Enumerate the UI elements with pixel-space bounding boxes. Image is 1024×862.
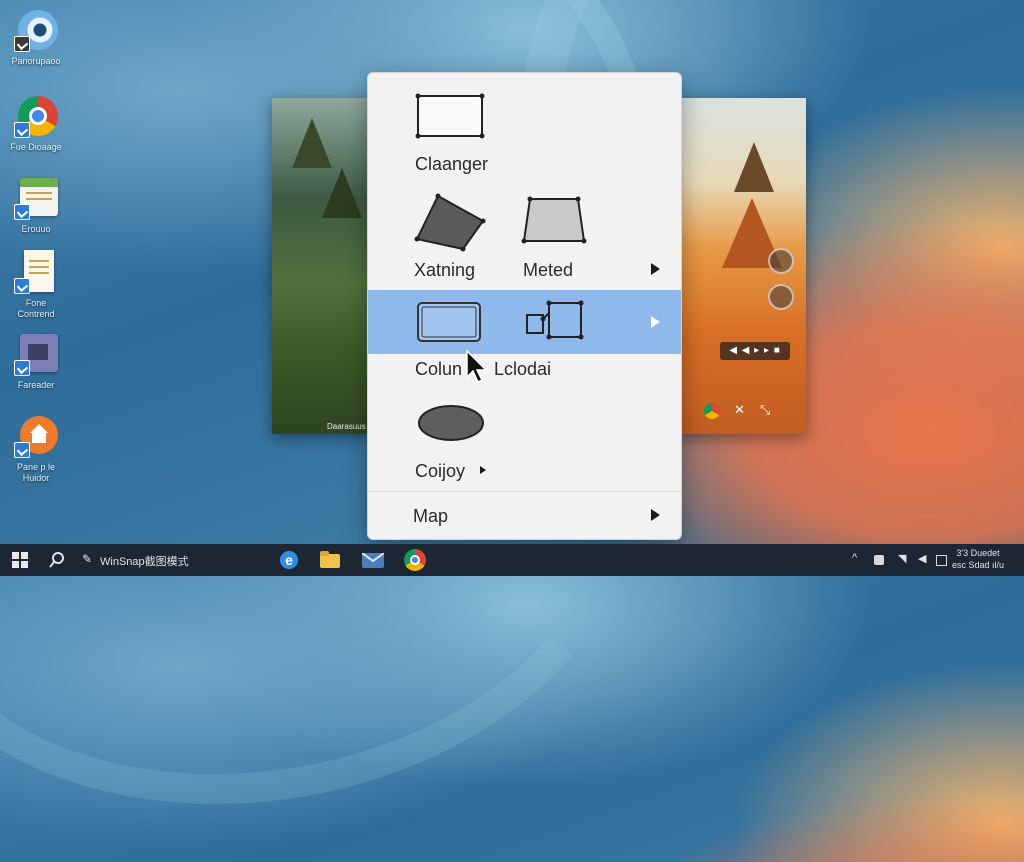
home-icon bbox=[14, 414, 58, 458]
file-explorer-icon[interactable] bbox=[318, 544, 344, 576]
desktop-icon-6[interactable]: Pane p le Huidor bbox=[6, 414, 66, 484]
wifi-icon[interactable]: ◥ bbox=[898, 552, 910, 565]
tree-decoration bbox=[292, 118, 332, 168]
skewed-quad-icon[interactable] bbox=[413, 191, 489, 255]
search-icon bbox=[49, 552, 64, 568]
menu-item-label[interactable]: Claanger bbox=[415, 154, 488, 175]
desktop-icon-label: Erouuo bbox=[21, 224, 51, 234]
document-icon bbox=[14, 250, 58, 294]
start-button[interactable] bbox=[6, 544, 34, 576]
reader-icon bbox=[14, 332, 58, 376]
desktop-icon-3[interactable]: Erouuo bbox=[6, 176, 66, 235]
desktop-icon-label: Fone Contrend bbox=[17, 298, 55, 319]
pen-icon: ✎ bbox=[82, 552, 93, 566]
window-toolbar: ✕ ⤡ bbox=[680, 402, 780, 420]
calendar-icon bbox=[14, 176, 58, 220]
menu-item-label[interactable]: Meted bbox=[523, 260, 573, 281]
chrome-icon[interactable] bbox=[704, 403, 720, 419]
expand-icon[interactable]: ⤡ bbox=[760, 402, 770, 418]
rounded-rectangle-icon[interactable] bbox=[414, 299, 486, 347]
connected-boxes-icon[interactable] bbox=[523, 299, 587, 347]
submenu-arrow-icon bbox=[480, 466, 486, 474]
chrome-icon[interactable] bbox=[402, 544, 428, 576]
chevron-up-icon[interactable]: ^ bbox=[852, 552, 864, 564]
notification-icon[interactable] bbox=[936, 555, 947, 566]
taskbar-app-label: WinSnap截图模式 bbox=[100, 556, 189, 568]
camera-button[interactable] bbox=[768, 248, 794, 274]
desktop-icon-4[interactable]: Fone Contrend bbox=[6, 250, 66, 320]
taskbar: ✎ WinSnap截图模式 e ^ ◥ ◀ 3'3 Duedet esc Sda… bbox=[0, 544, 1024, 576]
context-menu: Claanger Xatning Meted Colun Lclodai Coi… bbox=[367, 72, 682, 540]
network-icon[interactable] bbox=[874, 555, 884, 565]
tree-decoration bbox=[734, 142, 774, 192]
menu-item-label[interactable]: Map bbox=[413, 506, 448, 527]
desktop-icon-label: Panorupaoo bbox=[11, 56, 61, 66]
rectangle-icon[interactable] bbox=[415, 93, 487, 141]
menu-item-label[interactable]: Colun bbox=[415, 359, 462, 380]
desktop-icon-label: Fue Dioaage bbox=[10, 142, 62, 152]
background-window-left[interactable] bbox=[272, 98, 372, 434]
submenu-arrow-icon bbox=[651, 316, 660, 328]
close-icon[interactable]: ✕ bbox=[734, 402, 745, 418]
tree-decoration bbox=[322, 168, 362, 218]
desktop-icon-label: Fareader bbox=[17, 380, 55, 390]
mouse-cursor-icon bbox=[466, 349, 488, 384]
mail-icon[interactable] bbox=[360, 544, 386, 576]
rotate-button[interactable] bbox=[768, 284, 794, 310]
window-caption: Daarasuus bbox=[327, 422, 366, 431]
chrome-icon bbox=[14, 94, 58, 138]
desktop-icon-5[interactable]: Fareader bbox=[6, 332, 66, 391]
desktop-icon-2[interactable]: Fue Dioaage bbox=[6, 94, 66, 153]
media-controls[interactable]: ◀ ◀ ▸ ▸ ■ bbox=[720, 342, 790, 360]
submenu-arrow-icon bbox=[651, 263, 660, 275]
search-button[interactable] bbox=[44, 544, 70, 576]
taskbar-app-winsnap[interactable]: ✎ WinSnap截图模式 bbox=[78, 544, 228, 576]
menu-item-label[interactable]: Lclodai bbox=[494, 359, 551, 380]
volume-icon[interactable]: ◀ bbox=[918, 552, 930, 565]
clock-date: esc Sdad ıl/u bbox=[951, 560, 1004, 570]
edge-icon[interactable]: e bbox=[278, 544, 302, 576]
system-clock[interactable]: 3'3 Duedet esc Sdad ıl/u bbox=[952, 547, 1004, 571]
desktop-icon-label: Pane p le Huidor bbox=[16, 462, 56, 483]
clock-time: 3'3 Duedet bbox=[956, 548, 1000, 558]
windows-logo-icon bbox=[12, 552, 28, 568]
trapezoid-icon[interactable] bbox=[520, 193, 590, 249]
ellipse-icon[interactable] bbox=[416, 403, 486, 443]
desktop-icon-1[interactable]: Panorupaoo bbox=[6, 8, 66, 67]
menu-item-label[interactable]: Xatning bbox=[414, 260, 475, 281]
submenu-arrow-icon bbox=[651, 509, 660, 521]
menu-separator bbox=[368, 491, 681, 492]
disc-icon bbox=[14, 8, 58, 52]
menu-item-label[interactable]: Coijoy bbox=[415, 461, 465, 482]
